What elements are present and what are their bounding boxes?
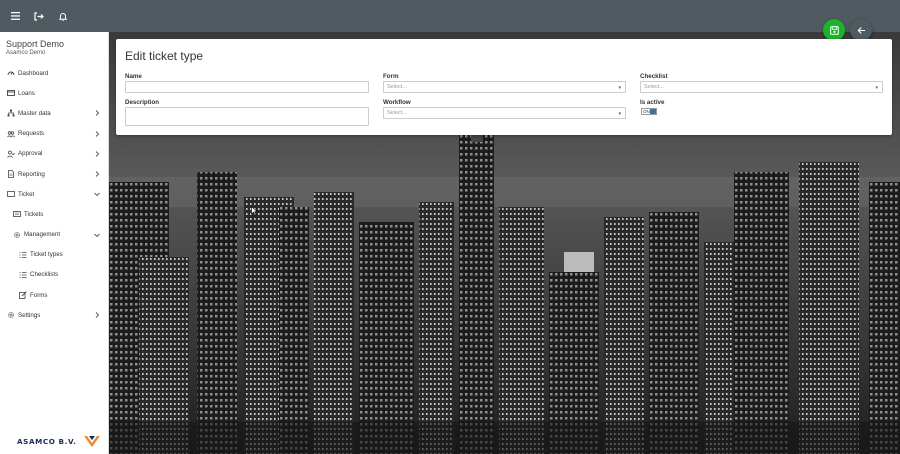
sidebar-item-loans[interactable]: Loans xyxy=(0,83,108,103)
list-icon xyxy=(18,270,27,279)
sitemap-icon xyxy=(6,109,15,118)
logout-icon[interactable] xyxy=(32,9,46,23)
chevron-down-icon xyxy=(94,233,100,237)
save-button[interactable] xyxy=(823,19,845,41)
arrow-left-icon xyxy=(857,26,865,34)
toggle-state-label: ON xyxy=(643,109,650,114)
description-label: Description xyxy=(125,99,160,106)
sidebar-item-label: Management xyxy=(24,231,61,239)
sidebar-item-label: Approval xyxy=(18,150,43,158)
list-icon xyxy=(18,250,27,259)
is-active-label: Is active xyxy=(640,99,665,106)
edit-ticket-type-card: Edit ticket type Name Description Form S… xyxy=(116,39,892,135)
org-subtitle: Asamco Demo xyxy=(6,50,46,56)
report-icon xyxy=(6,170,15,179)
sidebar-item-master-data[interactable]: Master data xyxy=(0,103,108,123)
menu-icon[interactable] xyxy=(8,9,22,23)
gear-icon xyxy=(12,230,21,239)
sidebar-item-requests[interactable]: Requests xyxy=(0,124,108,144)
caret-down-icon: ▾ xyxy=(618,85,621,91)
back-button[interactable] xyxy=(850,19,872,41)
sidebar-item-approval[interactable]: Approval xyxy=(0,144,108,164)
sidebar-item-label: Checklists xyxy=(30,271,59,279)
sidebar-item-label: Ticket types xyxy=(30,251,63,259)
mouse-cursor-icon xyxy=(251,206,258,216)
sidebar-item-label: Forms xyxy=(30,291,48,299)
sidebar: Support Demo Asamco Demo Dashboard Loans… xyxy=(0,32,109,454)
dashboard-icon xyxy=(6,69,15,78)
sidebar-item-label: Tickets xyxy=(24,210,44,218)
workflow-label: Workflow xyxy=(383,99,411,106)
chevron-right-icon xyxy=(95,130,100,137)
chevron-right-icon xyxy=(95,110,100,117)
description-textarea[interactable] xyxy=(125,107,369,126)
sidebar-item-tickets[interactable]: Tickets xyxy=(0,204,108,224)
sidebar-item-label: Dashboard xyxy=(18,69,49,77)
user-check-icon xyxy=(6,149,15,158)
checklist-label: Checklist xyxy=(640,73,668,80)
is-active-toggle[interactable]: ON xyxy=(641,108,657,115)
caret-down-icon: ▾ xyxy=(875,85,878,91)
sidebar-item-label: Reporting xyxy=(18,170,45,178)
save-icon xyxy=(829,25,839,35)
sidebar-item-reporting[interactable]: Reporting xyxy=(0,164,108,184)
name-input[interactable] xyxy=(125,81,369,93)
top-bar xyxy=(0,0,900,32)
sidebar-item-label: Loans xyxy=(18,89,35,97)
logo-text: ASAMCO B.V. xyxy=(17,437,77,446)
gear-icon xyxy=(6,311,15,320)
sidebar-item-forms[interactable]: Forms xyxy=(0,285,108,305)
users-icon xyxy=(6,129,15,138)
chevron-right-icon xyxy=(95,150,100,157)
sidebar-item-ticket-types[interactable]: Ticket types xyxy=(0,245,108,265)
edit-icon xyxy=(18,291,27,300)
form-select-placeholder: Select... xyxy=(387,84,407,90)
sidebar-item-ticket[interactable]: Ticket xyxy=(0,184,108,204)
caret-down-icon: ▾ xyxy=(618,111,621,117)
sidebar-item-dashboard[interactable]: Dashboard xyxy=(0,63,108,83)
tickets-icon xyxy=(12,210,21,219)
chevron-right-icon xyxy=(95,171,100,177)
loans-icon xyxy=(6,89,15,98)
chevron-right-icon xyxy=(95,312,100,319)
checklist-select-placeholder: Select... xyxy=(644,84,664,90)
sidebar-item-label: Requests xyxy=(18,130,45,138)
sidebar-nav: Dashboard Loans Master data Requests App… xyxy=(0,63,108,325)
logo-emblem-icon xyxy=(83,436,100,447)
sidebar-item-settings[interactable]: Settings xyxy=(0,305,108,325)
sidebar-item-label: Ticket xyxy=(18,190,35,198)
chevron-down-icon xyxy=(94,192,100,197)
name-label: Name xyxy=(125,73,142,80)
sidebar-item-management[interactable]: Management xyxy=(0,225,108,245)
org-name: Support Demo xyxy=(6,39,65,49)
page-title: Edit ticket type xyxy=(125,49,204,63)
bell-icon[interactable] xyxy=(56,9,70,23)
workflow-select[interactable]: Select... ▾ xyxy=(383,107,626,119)
workflow-select-placeholder: Select... xyxy=(387,110,407,116)
toggle-knob xyxy=(649,109,656,114)
org-header: Support Demo Asamco Demo xyxy=(0,32,108,56)
form-select[interactable]: Select... ▾ xyxy=(383,81,626,93)
checklist-select[interactable]: Select... ▾ xyxy=(640,81,883,93)
sidebar-item-label: Settings xyxy=(18,311,41,319)
sidebar-item-label: Master data xyxy=(18,109,51,117)
company-logo: ASAMCO B.V. xyxy=(17,435,101,448)
ticket-icon xyxy=(6,190,15,199)
form-label: Form xyxy=(383,73,399,80)
sidebar-item-checklists[interactable]: Checklists xyxy=(0,265,108,285)
